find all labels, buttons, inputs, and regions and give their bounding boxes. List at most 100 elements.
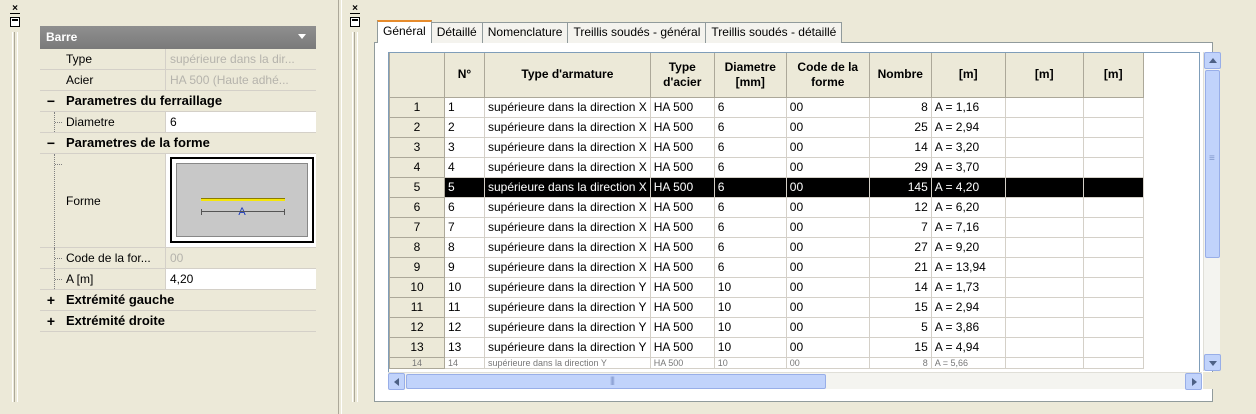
column-header[interactable]: Code de la forme (785, 53, 870, 98)
cell-type[interactable]: supérieure dans la direction X (484, 96, 651, 118)
cell-type[interactable]: supérieure dans la direction X (484, 116, 651, 138)
cell-type[interactable]: supérieure dans la direction Y (484, 316, 651, 338)
cell-m3[interactable] (1082, 156, 1144, 178)
table-row[interactable]: 9 9 supérieure dans la direction X HA 500 6 0… (389, 256, 1144, 278)
cell-diametre[interactable]: 6 (713, 136, 787, 158)
cell-diametre[interactable]: 10 (713, 356, 787, 369)
cell-m2[interactable] (1004, 336, 1084, 358)
cell-nombre[interactable]: 15 (868, 336, 932, 358)
cell-m3[interactable] (1082, 216, 1144, 238)
cell-m2[interactable] (1004, 136, 1084, 158)
cell-acier[interactable]: HA 500 (649, 156, 715, 178)
row-header[interactable]: 7 (389, 216, 445, 238)
cell-type[interactable]: supérieure dans la direction X (484, 256, 651, 278)
cell-m[interactable]: A = 6,20 (930, 196, 1006, 218)
column-header[interactable]: Nombre (868, 53, 932, 98)
scroll-right-button[interactable] (1185, 373, 1202, 390)
cell-number[interactable]: 6 (444, 196, 485, 218)
tab-general[interactable]: Général (377, 20, 432, 43)
cell-m[interactable]: A = 4,20 (930, 176, 1006, 198)
cell-number[interactable]: 10 (444, 276, 485, 298)
column-header[interactable]: [m] (930, 53, 1006, 98)
pane-grip[interactable] (12, 32, 18, 402)
cell-nombre[interactable]: 25 (868, 116, 932, 138)
cell-m3[interactable] (1082, 96, 1144, 118)
cell-acier[interactable]: HA 500 (649, 276, 715, 298)
cell-code-forme[interactable]: 00 (785, 316, 870, 338)
cell-nombre[interactable]: 8 (868, 96, 932, 118)
cell-number[interactable]: 14 (444, 356, 485, 369)
tab-treillis-detaille[interactable]: Treillis soudés - détaillé (705, 22, 843, 43)
cell-code-forme[interactable]: 00 (785, 236, 870, 258)
row-header[interactable]: 9 (389, 256, 445, 278)
horizontal-scrollbar[interactable] (388, 372, 1202, 390)
cell-acier[interactable]: HA 500 (649, 116, 715, 138)
group-extremite-droite[interactable]: + Extrémité droite (40, 311, 316, 332)
table-row[interactable]: 11 11 supérieure dans la direction Y HA 500… (389, 296, 1144, 318)
cell-m2[interactable] (1004, 116, 1084, 138)
cell-type[interactable]: supérieure dans la direction Y (484, 296, 651, 318)
vertical-scrollbar[interactable] (1203, 52, 1221, 371)
column-header[interactable]: Type d'armature (484, 53, 651, 98)
cell-m[interactable]: A = 7,16 (930, 216, 1006, 238)
dock-table-icon[interactable] (350, 17, 360, 27)
cell-acier[interactable]: HA 500 (649, 316, 715, 338)
cell-code-forme[interactable]: 00 (785, 176, 870, 198)
header-corner[interactable] (389, 53, 445, 98)
cell-nombre[interactable]: 15 (868, 296, 932, 318)
table-row[interactable]: 5 5 supérieure dans la direction X HA 500 6 0… (389, 176, 1144, 198)
row-header[interactable]: 11 (389, 296, 445, 318)
cell-code-forme[interactable]: 00 (785, 256, 870, 278)
cell-m2[interactable] (1004, 236, 1084, 258)
cell-m3[interactable] (1082, 276, 1144, 298)
cell-m2[interactable] (1004, 256, 1084, 278)
cell-m[interactable]: A = 1,73 (930, 276, 1006, 298)
cell-code-forme[interactable]: 00 (785, 156, 870, 178)
cell-type[interactable]: supérieure dans la direction X (484, 136, 651, 158)
table-row[interactable]: 2 2 supérieure dans la direction X HA 500 6 0… (389, 116, 1144, 138)
row-header[interactable]: 12 (389, 316, 445, 338)
cell-code-forme[interactable]: 00 (785, 356, 870, 369)
table-row[interactable]: 7 7 supérieure dans la direction X HA 500 6 0… (389, 216, 1144, 238)
cell-m[interactable]: A = 3,86 (930, 316, 1006, 338)
cell-diametre[interactable]: 10 (713, 276, 787, 298)
cell-code-forme[interactable]: 00 (785, 116, 870, 138)
cell-code-forme[interactable]: 00 (785, 96, 870, 118)
cell-acier[interactable]: HA 500 (649, 296, 715, 318)
close-table-icon[interactable]: × (350, 4, 360, 14)
cell-type[interactable]: supérieure dans la direction X (484, 196, 651, 218)
cell-type[interactable]: supérieure dans la direction Y (484, 336, 651, 358)
cell-acier[interactable]: HA 500 (649, 356, 715, 369)
cell-m2[interactable] (1004, 196, 1084, 218)
cell-nombre[interactable]: 5 (868, 316, 932, 338)
row-header[interactable]: 13 (389, 336, 445, 358)
column-header[interactable]: Diametre [mm] (713, 53, 787, 98)
cell-number[interactable]: 11 (444, 296, 485, 318)
column-header[interactable]: N° (444, 53, 485, 98)
group-ferraillage[interactable]: − Parametres du ferraillage (40, 91, 316, 112)
cell-m2[interactable] (1004, 296, 1084, 318)
row-header[interactable]: 14 (389, 356, 445, 369)
cell-m3[interactable] (1082, 316, 1144, 338)
cell-m[interactable]: A = 9,20 (930, 236, 1006, 258)
cell-type[interactable]: supérieure dans la direction X (484, 236, 651, 258)
row-header[interactable]: 4 (389, 156, 445, 178)
cell-m2[interactable] (1004, 276, 1084, 298)
scroll-up-button[interactable] (1204, 52, 1221, 69)
pane-splitter[interactable] (338, 0, 342, 414)
cell-code-forme[interactable]: 00 (785, 136, 870, 158)
dock-panel-icon[interactable] (10, 17, 20, 27)
cell-nombre[interactable]: 7 (868, 216, 932, 238)
table-row[interactable]: 1 1 supérieure dans la direction X HA 500 6 0… (389, 96, 1144, 118)
cell-type[interactable]: supérieure dans la direction X (484, 176, 651, 198)
cell-diametre[interactable]: 6 (713, 196, 787, 218)
table-row[interactable]: 6 6 supérieure dans la direction X HA 500 6 0… (389, 196, 1144, 218)
object-selector[interactable]: Barre (40, 26, 316, 49)
group-forme[interactable]: − Parametres de la forme (40, 133, 316, 154)
close-panel-icon[interactable]: × (10, 4, 20, 14)
group-extremite-gauche[interactable]: + Extrémité gauche (40, 290, 316, 311)
table-row[interactable]: 10 10 supérieure dans la direction Y HA 500… (389, 276, 1144, 298)
row-header[interactable]: 5 (389, 176, 445, 198)
cell-nombre[interactable]: 27 (868, 236, 932, 258)
cell-m3[interactable] (1082, 256, 1144, 278)
